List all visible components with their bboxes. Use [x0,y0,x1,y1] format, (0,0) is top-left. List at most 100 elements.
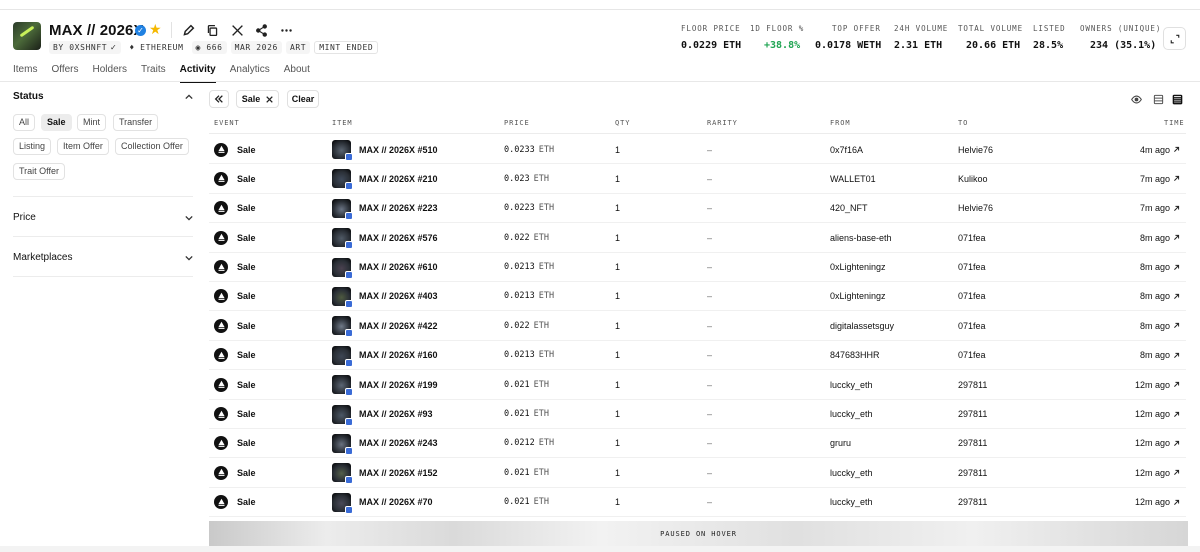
time-link[interactable]: 12m ago [1135,429,1180,458]
from-address[interactable]: WALLET01 [830,164,876,193]
nft-thumbnail[interactable] [332,375,353,397]
item-name[interactable]: MAX // 2026X #422 [359,321,438,331]
table-row[interactable]: Sale MAX // 2026X #223 0.0223 ETH 1 – 420_NFT H… [209,194,1186,224]
item-name[interactable]: MAX // 2026X #93 [359,409,433,419]
nft-thumbnail[interactable] [332,286,353,308]
table-row[interactable]: Sale MAX // 2026X #243 0.0212 ETH 1 – gruru 297… [209,429,1186,459]
table-row[interactable]: Sale MAX // 2026X #576 0.022 ETH 1 – aliens-ba… [209,223,1186,253]
to-address[interactable]: Kulikoo [958,164,988,193]
item-cell[interactable]: MAX // 2026X #576 [332,223,438,252]
chip-all[interactable]: All [13,114,36,131]
nft-thumbnail[interactable] [332,433,353,455]
item-cell[interactable]: MAX // 2026X #160 [332,341,438,370]
from-address[interactable]: 420_NFT [830,194,868,223]
item-cell[interactable]: MAX // 2026X #610 [332,253,438,282]
chevron-down-icon[interactable] [185,254,193,262]
to-address[interactable]: 071fea [958,223,986,252]
nft-thumbnail[interactable] [332,169,353,191]
item-cell[interactable]: MAX // 2026X #403 [332,282,438,311]
time-link[interactable]: 8m ago [1140,282,1180,311]
time-link[interactable]: 8m ago [1140,311,1180,340]
item-name[interactable]: MAX // 2026X #610 [359,262,438,272]
item-name[interactable]: MAX // 2026X #223 [359,203,438,213]
chip-transfer[interactable]: Transfer [113,114,159,131]
table-row[interactable]: Sale MAX // 2026X #152 0.021 ETH 1 – luccky_et… [209,458,1186,488]
item-cell[interactable]: MAX // 2026X #510 [332,135,438,164]
to-address[interactable]: 071fea [958,341,986,370]
to-address[interactable]: 297811 [958,458,987,487]
price-filter-header[interactable]: Price [13,212,36,223]
to-address[interactable]: 071fea [958,311,986,340]
time-link[interactable]: 8m ago [1140,223,1180,252]
from-address[interactable]: luccky_eth [830,488,873,517]
collection-avatar[interactable] [13,22,41,50]
table-row[interactable]: Sale MAX // 2026X #610 0.0213 ETH 1 – 0xLighte… [209,253,1186,282]
expand-button[interactable] [1163,27,1186,50]
close-icon[interactable] [266,95,273,103]
table-view-icon[interactable] [1153,94,1164,105]
nft-thumbnail[interactable] [332,316,353,338]
from-address[interactable]: gruru [830,429,851,458]
nft-thumbnail[interactable] [332,492,353,514]
eye-icon[interactable] [1131,94,1142,105]
item-cell[interactable]: MAX // 2026X #223 [332,194,438,223]
chip-sale[interactable]: Sale [41,114,72,131]
nft-thumbnail[interactable] [332,345,353,367]
to-address[interactable]: 297811 [958,488,987,517]
status-filter-header[interactable]: Status [13,91,44,102]
to-address[interactable]: Helvie76 [958,194,993,223]
time-link[interactable]: 8m ago [1140,253,1180,282]
from-address[interactable]: 0xLighteningz [830,282,886,311]
from-address[interactable]: aliens-base-eth [830,223,892,252]
table-row[interactable]: Sale MAX // 2026X #199 0.021 ETH 1 – luccky_et… [209,370,1186,400]
item-name[interactable]: MAX // 2026X #70 [359,497,433,507]
item-name[interactable]: MAX // 2026X #152 [359,468,438,478]
chip-item-offer[interactable]: Item Offer [57,138,109,155]
table-row[interactable]: Sale MAX // 2026X #210 0.023 ETH 1 – WALLET01 K… [209,164,1186,194]
active-filter-chip[interactable]: Sale [236,90,279,108]
time-link[interactable]: 7m ago [1140,194,1180,223]
time-link[interactable]: 4m ago [1140,135,1180,164]
item-cell[interactable]: MAX // 2026X #243 [332,429,438,458]
to-address[interactable]: 297811 [958,400,987,429]
chevron-down-icon[interactable] [185,214,193,222]
to-address[interactable]: 071fea [958,282,986,311]
item-name[interactable]: MAX // 2026X #403 [359,291,438,301]
more-button[interactable] [276,20,296,40]
marketplaces-filter-header[interactable]: Marketplaces [13,252,72,263]
from-address[interactable]: 0x7f16A [830,135,863,164]
x-share-button[interactable] [227,20,247,40]
star-icon[interactable]: ★ [149,21,162,38]
time-link[interactable]: 12m ago [1135,488,1180,517]
time-link[interactable]: 8m ago [1140,341,1180,370]
item-cell[interactable]: MAX // 2026X #70 [332,488,433,517]
from-address[interactable]: 847683HHR [830,341,880,370]
nft-thumbnail[interactable] [332,140,353,161]
table-row[interactable]: Sale MAX // 2026X #70 0.021 ETH 1 – luccky_eth… [209,488,1186,518]
collapse-sidebar-button[interactable] [209,90,229,108]
to-address[interactable]: 297811 [958,370,987,399]
chip-trait-offer[interactable]: Trait Offer [13,163,66,180]
to-address[interactable]: 071fea [958,253,986,282]
from-address[interactable]: luccky_eth [830,400,873,429]
item-name[interactable]: MAX // 2026X #576 [359,233,438,243]
nft-thumbnail[interactable] [332,198,353,220]
nft-thumbnail[interactable] [332,228,353,250]
to-address[interactable]: 297811 [958,429,987,458]
item-cell[interactable]: MAX // 2026X #93 [332,400,433,429]
copy-button[interactable] [202,20,222,40]
from-address[interactable]: luccky_eth [830,370,873,399]
item-cell[interactable]: MAX // 2026X #199 [332,370,438,399]
chevron-up-icon[interactable] [185,93,193,101]
table-row[interactable]: Sale MAX // 2026X #93 0.021 ETH 1 – luccky_eth… [209,400,1186,429]
creator-pill[interactable]: BY 0XSHNFT ✓ [49,41,122,54]
table-row[interactable]: Sale MAX // 2026X #403 0.0213 ETH 1 – 0xLighte… [209,282,1186,312]
item-name[interactable]: MAX // 2026X #243 [359,438,438,448]
to-address[interactable]: Helvie76 [958,135,993,164]
table-row[interactable]: Sale MAX // 2026X #160 0.0213 ETH 1 – 847683HH… [209,341,1186,371]
from-address[interactable]: 0xLighteningz [830,253,886,282]
item-name[interactable]: MAX // 2026X #210 [359,174,438,184]
table-row[interactable]: Sale MAX // 2026X #422 0.022 ETH 1 – digitalas… [209,311,1186,341]
item-name[interactable]: MAX // 2026X #510 [359,145,438,155]
item-cell[interactable]: MAX // 2026X #152 [332,458,438,487]
